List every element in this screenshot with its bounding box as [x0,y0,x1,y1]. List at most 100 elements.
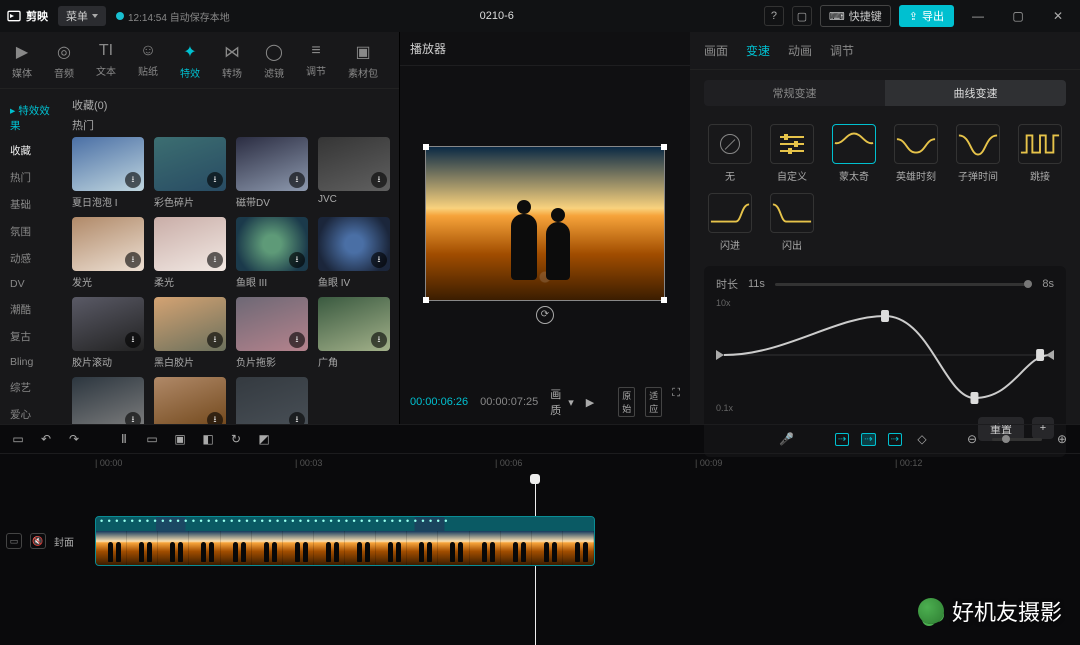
asset-tab-文本[interactable]: TI文本 [94,38,118,84]
effect-thumb[interactable]: ⭳ [72,377,144,424]
category-item[interactable]: 综艺 [0,374,62,401]
download-icon[interactable]: ⭳ [289,172,305,188]
asset-tab-贴纸[interactable]: ☺贴纸 [136,38,160,84]
rotate-icon[interactable]: ↻ [228,432,244,446]
resize-handle[interactable] [661,297,667,303]
inspector-tab[interactable]: 画面 [704,42,728,59]
category-item[interactable]: 热门 [0,164,62,191]
category-item[interactable]: 潮酷 [0,296,62,323]
category-item[interactable]: 收藏 [0,137,62,164]
download-icon[interactable]: ⭳ [289,412,305,424]
download-icon[interactable]: ⭳ [207,332,223,348]
resize-handle[interactable] [423,297,429,303]
cover-label[interactable]: 封面 [54,534,74,549]
speed-preset[interactable]: 子弹时间 [952,124,1004,183]
download-icon[interactable]: ⭳ [289,252,305,268]
subtab-normal-speed[interactable]: 常规变速 [704,80,885,106]
effect-thumb[interactable]: ⭳黑白胶片 [154,297,226,369]
category-item[interactable]: 爱心 [0,401,62,424]
speed-preset[interactable]: 无 [704,124,756,183]
menu-button[interactable]: 菜单 [58,6,106,26]
resize-handle[interactable] [661,144,667,150]
keyframe-icon[interactable]: ◇ [914,432,930,446]
download-icon[interactable]: ⭳ [125,412,141,424]
help-icon[interactable]: ? [764,6,784,26]
crop-icon[interactable]: ◩ [256,432,272,446]
mic-icon[interactable]: 🎤 [779,432,795,446]
download-icon[interactable]: ⭳ [207,172,223,188]
effect-thumb[interactable]: ⭳鱼眼 III [236,217,308,289]
speed-preset[interactable]: 闪进 [704,193,756,252]
effect-thumb[interactable]: ⭳ [154,377,226,424]
speed-preset[interactable]: 跳接 [1014,124,1066,183]
effect-thumb[interactable]: ⭳广角 [318,297,390,369]
asset-tab-素材包[interactable]: ▣素材包 [346,38,380,84]
zoom-slider[interactable] [992,438,1042,441]
redo-icon[interactable]: ↷ [66,432,82,446]
inspector-tab[interactable]: 动画 [788,42,812,59]
speed-preset[interactable]: 英雄时刻 [890,124,942,183]
layout-icon[interactable]: ▢ [792,6,812,26]
timeline-ruler[interactable]: | 00:00| 00:03| 00:06| 00:09| 00:12 [0,454,1080,476]
download-icon[interactable]: ⭳ [371,172,387,188]
asset-tab-媒体[interactable]: ▶媒体 [10,38,34,84]
export-button[interactable]: ⇪ 导出 [899,5,954,27]
effect-thumb[interactable]: ⭳鱼眼 IV [318,217,390,289]
delete-icon[interactable]: ▭ [144,432,160,446]
category-item[interactable]: 氛围 [0,218,62,245]
copy-icon[interactable]: ▣ [172,432,188,446]
asset-tab-调节[interactable]: ≡调节 [304,38,328,84]
snap-toggle-2[interactable]: ⇢ [861,433,875,446]
play-button[interactable]: ▶ [586,396,594,409]
effect-thumb[interactable]: ⭳胶片滚动 [72,297,144,369]
asset-tab-特效[interactable]: ✦特效 [178,38,202,84]
category-item[interactable]: 基础 [0,191,62,218]
split-icon[interactable]: Ⅱ [116,432,132,446]
video-clip[interactable] [95,516,595,566]
download-icon[interactable]: ⭳ [125,332,141,348]
shortcuts-button[interactable]: ⌨ 快捷键 [820,5,891,27]
effect-thumb[interactable]: ⭳夏日泡泡 I [72,137,144,209]
speed-preset[interactable]: 闪出 [766,193,818,252]
rotate-handle[interactable]: ⟳ [536,306,554,324]
download-icon[interactable]: ⭳ [371,252,387,268]
fullscreen-icon[interactable]: ⛶ [672,387,680,417]
speed-preset[interactable]: 自定义 [766,124,818,183]
track-mute-icon[interactable]: 🔇 [30,533,46,549]
effect-thumb[interactable]: ⭳ [236,377,308,424]
fit-badge[interactable]: 适应 [645,387,662,417]
window-maximize[interactable]: ▢ [1002,9,1034,23]
effect-thumb[interactable]: ⭳JVC [318,137,390,209]
original-badge[interactable]: 原始 [618,387,635,417]
download-icon[interactable]: ⭳ [125,172,141,188]
category-item[interactable]: Bling [0,350,62,374]
select-tool-icon[interactable]: ▭ [10,432,26,446]
inspector-tab[interactable]: 调节 [830,42,854,59]
mirror-icon[interactable]: ◧ [200,432,216,446]
subtab-curve-speed[interactable]: 曲线变速 [885,80,1066,106]
window-close[interactable]: ✕ [1042,9,1074,23]
quality-select[interactable]: 画质 ▾ [550,386,574,418]
download-icon[interactable]: ⭳ [125,252,141,268]
zoom-in-icon[interactable]: ⊕ [1054,432,1070,446]
download-icon[interactable]: ⭳ [371,332,387,348]
category-item[interactable]: 动感 [0,245,62,272]
video-canvas[interactable]: ⟳ [425,146,665,301]
asset-tab-转场[interactable]: ⋈转场 [220,38,244,84]
effect-thumb[interactable]: ⭳负片拖影 [236,297,308,369]
inspector-tab[interactable]: 变速 [746,42,770,59]
effect-thumb[interactable]: ⭳柔光 [154,217,226,289]
category-item[interactable]: 复古 [0,323,62,350]
undo-icon[interactable]: ↶ [38,432,54,446]
download-icon[interactable]: ⭳ [207,412,223,424]
speed-curve-graph[interactable]: 10x 0.1x [716,298,1054,413]
snap-toggle-1[interactable]: ⇢ [835,433,849,446]
speed-preset[interactable]: 蒙太奇 [828,124,880,183]
duration-slider[interactable] [775,283,1032,286]
asset-tab-音频[interactable]: ◎音频 [52,38,76,84]
zoom-out-icon[interactable]: ⊖ [964,432,980,446]
download-icon[interactable]: ⭳ [289,332,305,348]
download-icon[interactable]: ⭳ [207,252,223,268]
track-visibility-icon[interactable]: ▭ [6,533,22,549]
window-minimize[interactable]: — [962,9,994,23]
